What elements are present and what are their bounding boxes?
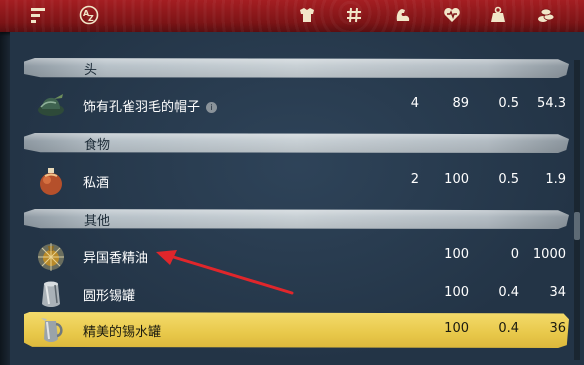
exotic-oil-icon — [36, 241, 66, 271]
armor-icon[interactable] — [296, 4, 318, 26]
item-quantity: 89 — [452, 96, 469, 111]
tin-can-icon — [36, 279, 66, 309]
item-name: 私酒 — [83, 176, 110, 191]
tin-jug-icon — [36, 315, 66, 345]
strength-icon[interactable] — [392, 4, 414, 26]
item-name: 饰有孔雀羽毛的帽子 i — [83, 96, 218, 115]
item-weight: 0.5 — [498, 96, 519, 111]
section-header-head: 头 — [24, 58, 569, 78]
item-value: 34 — [549, 285, 566, 300]
svg-text:Z: Z — [88, 14, 94, 23]
quantity-icon[interactable] — [343, 4, 365, 26]
scrollbar-thumb[interactable] — [574, 212, 580, 240]
weight-icon[interactable] — [487, 4, 509, 26]
item-weight: 0 — [510, 247, 519, 262]
inventory-item-row[interactable]: 异国香精油 100 0 1000 — [24, 238, 569, 274]
item-armor: 4 — [410, 96, 419, 111]
item-quantity: 100 — [444, 247, 469, 262]
sort-icon[interactable] — [28, 4, 50, 26]
item-armor: 2 — [410, 172, 419, 187]
inventory-item-row[interactable]: 私酒 2 100 0.5 1.9 — [24, 163, 569, 199]
item-quantity: 100 — [444, 172, 469, 187]
info-icon[interactable]: i — [206, 102, 218, 113]
item-value: 1000 — [532, 247, 566, 262]
inventory-item-row-selected[interactable]: 精美的锡水罐 100 0.4 36 — [24, 312, 569, 348]
health-icon[interactable] — [441, 4, 463, 26]
value-icon[interactable] — [535, 4, 557, 26]
item-quantity: 100 — [444, 285, 469, 300]
inventory-item-row[interactable]: 饰有孔雀羽毛的帽子 i 4 89 0.5 54.3 — [24, 87, 569, 123]
feathered-hat-icon — [36, 90, 66, 120]
left-frame — [0, 0, 10, 365]
item-value: 36 — [549, 321, 566, 336]
alphabetical-sort-icon[interactable]: AZ — [78, 4, 100, 26]
inventory-header: AZ — [0, 0, 584, 32]
item-name: 异国香精油 — [83, 251, 149, 266]
inventory-item-row[interactable]: 圆形锡罐 100 0.4 34 — [24, 276, 569, 312]
item-weight: 0.4 — [498, 285, 519, 300]
section-header-food: 食物 — [24, 133, 569, 153]
liquor-flask-icon — [36, 166, 66, 196]
item-quantity: 100 — [444, 321, 469, 336]
item-name: 圆形锡罐 — [83, 289, 136, 304]
section-label: 其他 — [84, 214, 111, 229]
item-weight: 0.4 — [498, 321, 519, 336]
section-label: 食物 — [84, 138, 111, 153]
scrollbar-track[interactable] — [574, 60, 580, 360]
item-value: 1.9 — [545, 172, 566, 187]
item-weight: 0.5 — [498, 172, 519, 187]
item-value: 54.3 — [537, 96, 566, 111]
inventory-list: 头 饰有孔雀羽毛的帽子 i 4 89 0.5 54.3 食物 私酒 2 100 0… — [10, 32, 584, 365]
item-name: 精美的锡水罐 — [83, 325, 162, 340]
section-label: 头 — [84, 63, 98, 78]
section-header-other: 其他 — [24, 209, 569, 229]
